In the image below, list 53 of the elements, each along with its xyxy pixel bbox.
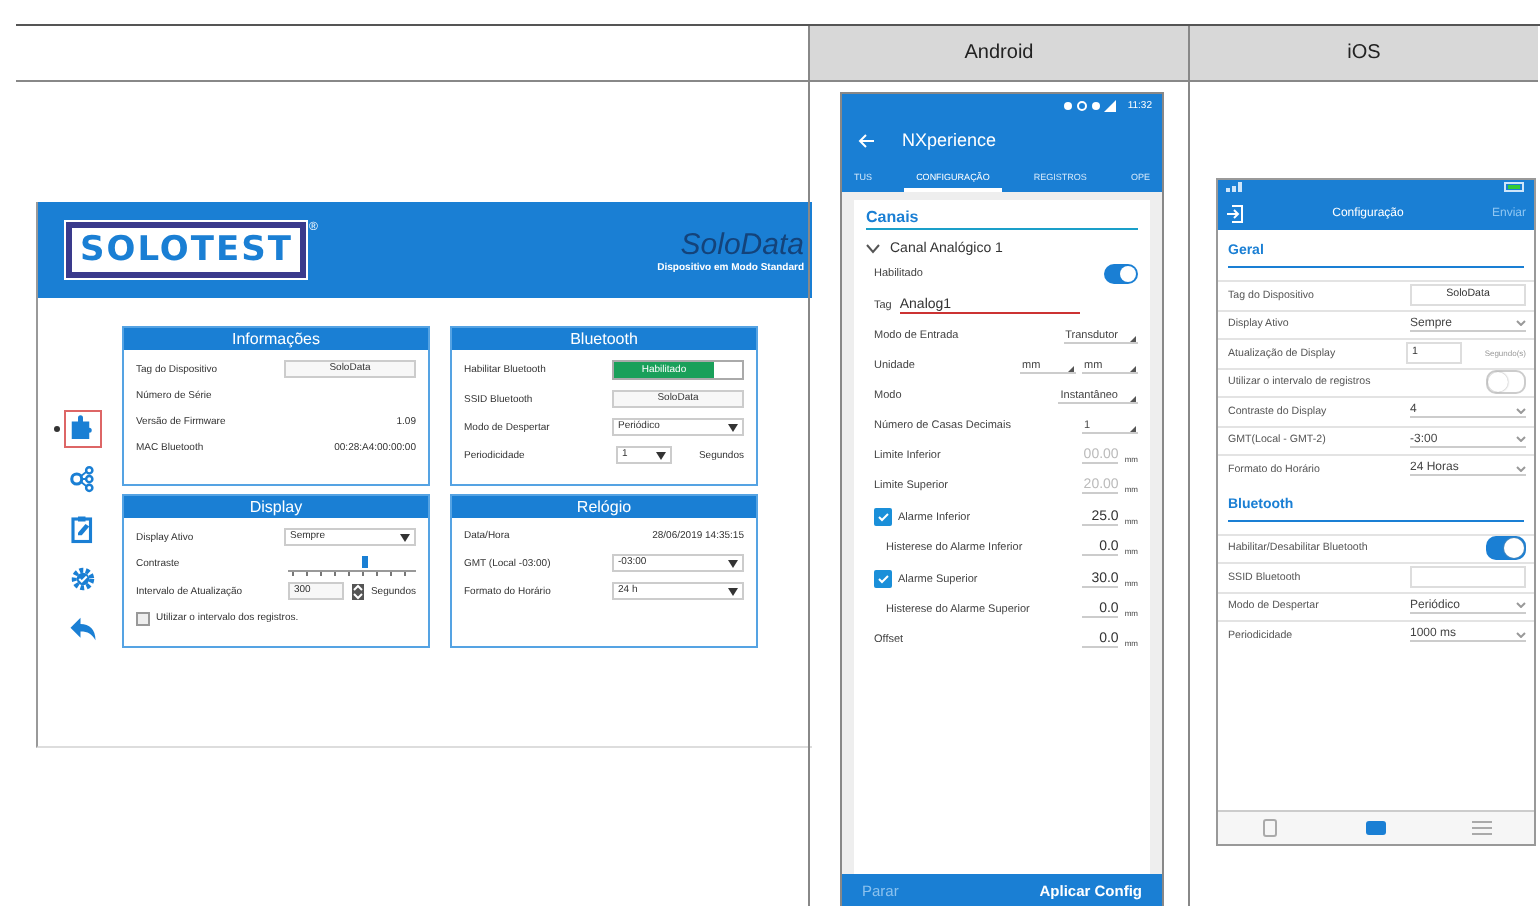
column-header: Android: [808, 26, 1188, 82]
toggle-switch[interactable]: [1486, 536, 1526, 561]
column-header: iOS: [1188, 26, 1538, 82]
chevron-icon: [1516, 407, 1526, 414]
status-icons: [1061, 99, 1122, 111]
corner-icon: [1130, 425, 1136, 431]
panel-title: Informações: [124, 328, 428, 350]
caret-icon: [400, 533, 410, 541]
checkbox[interactable]: [136, 611, 150, 625]
caret-icon: [656, 451, 666, 459]
gear-icon: [68, 564, 98, 594]
panel-title: Relógio: [452, 496, 756, 518]
panel-title: Display: [124, 496, 428, 518]
section-title: Canais: [866, 208, 1138, 230]
clipboard-icon: [68, 514, 98, 544]
puzzle-icon: [68, 414, 98, 444]
panel-title: Bluetooth: [452, 328, 756, 350]
chevron-icon: [1516, 631, 1526, 638]
corner-icon: [1130, 365, 1136, 371]
slider[interactable]: [288, 557, 416, 571]
corner-icon: [1068, 365, 1074, 371]
corner-icon: [1130, 395, 1136, 401]
input-field[interactable]: [1410, 566, 1526, 589]
share-icon: [68, 464, 98, 494]
back-arrow-icon[interactable]: [858, 133, 874, 147]
chevron-icon: [866, 244, 880, 254]
chevron-icon: [1516, 465, 1526, 472]
checkbox[interactable]: [874, 508, 892, 526]
caret-icon: [728, 559, 738, 567]
caret-icon: [728, 587, 738, 595]
battery-icon: [1504, 182, 1526, 192]
signal-icon: [1226, 182, 1246, 192]
toggle-switch[interactable]: [1486, 370, 1526, 395]
chevron-icon: [1516, 320, 1526, 327]
checkbox[interactable]: [874, 570, 892, 588]
screen-icon: [1363, 818, 1388, 838]
caret-icon: [728, 423, 738, 431]
corner-icon: [1130, 335, 1136, 341]
slider-thumb[interactable]: [362, 555, 369, 567]
company-logo: SOLOTEST: [66, 222, 307, 278]
tab-item[interactable]: [1467, 816, 1496, 840]
toggle-switch[interactable]: [1104, 264, 1138, 284]
back-arrow-icon: [68, 614, 98, 644]
menu-icon: [1469, 818, 1494, 838]
tab-item[interactable]: [1361, 816, 1390, 840]
app-title: NXperience: [902, 130, 997, 150]
spinner-icon[interactable]: [351, 583, 364, 599]
chevron-icon: [1516, 436, 1526, 443]
exit-icon[interactable]: [1226, 204, 1244, 224]
product-name: SoloData: [680, 227, 804, 261]
phone-icon: [1258, 818, 1283, 838]
nav-item[interactable]: [64, 410, 102, 448]
chevron-icon: [1516, 602, 1526, 609]
